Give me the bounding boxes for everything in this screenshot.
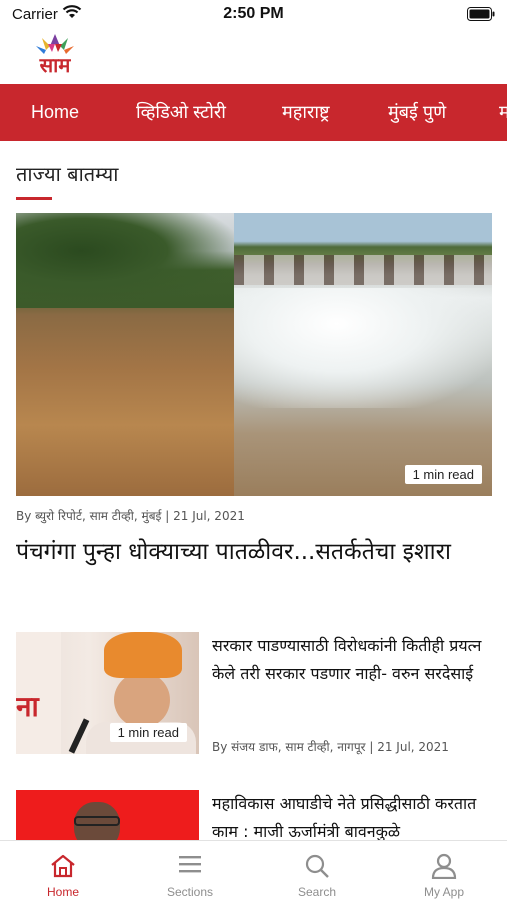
nav-item-more[interactable]: म bbox=[499, 84, 507, 141]
tab-search[interactable]: Search bbox=[254, 841, 380, 900]
article-thumbnail: ना 1 min read bbox=[16, 632, 199, 754]
article-title[interactable]: महाविकास आघाडीचे नेते प्रसिद्धीसाठी करता… bbox=[212, 790, 492, 840]
hero-image[interactable]: 1 min read bbox=[16, 213, 492, 496]
app-logo[interactable]: साम bbox=[28, 28, 82, 77]
logo-text: साम bbox=[39, 53, 72, 76]
read-time-badge: 1 min read bbox=[109, 723, 187, 742]
bottom-tab-bar: Home Sections Search My App bbox=[0, 840, 507, 900]
read-time-badge: 1 min read bbox=[404, 465, 482, 484]
hero-byline: By ब्युरो रिपोर्ट, साम टीव्ही, मुंबई | 2… bbox=[16, 509, 245, 523]
battery-icon bbox=[467, 7, 495, 26]
thumbnail-banner-text: ना bbox=[16, 632, 61, 754]
article-card[interactable]: ना 1 min read सरकार पाडण्यासाठी विरोधकां… bbox=[16, 632, 492, 754]
tab-label: My App bbox=[423, 885, 465, 899]
search-icon bbox=[305, 854, 329, 878]
clock: 2:50 PM bbox=[223, 5, 284, 22]
article-byline: By संजय डाफ, साम टीव्ही, नागपूर | 21 Jul… bbox=[212, 740, 449, 754]
tab-label: Search bbox=[297, 885, 337, 899]
menu-icon bbox=[179, 856, 201, 873]
section-underline bbox=[16, 197, 52, 200]
dam-overflow-photo bbox=[234, 213, 492, 496]
tab-my-app[interactable]: My App bbox=[381, 841, 507, 900]
nav-item-maharashtra[interactable]: महाराष्ट्र bbox=[282, 84, 330, 141]
nav-item-mumbai-pune[interactable]: मुंबई पुणे bbox=[388, 84, 446, 141]
article-title[interactable]: सरकार पाडण्यासाठी विरोधकांनी कितीही प्रय… bbox=[212, 632, 492, 688]
flood-river-photo bbox=[16, 213, 234, 496]
tab-home[interactable]: Home bbox=[0, 841, 126, 900]
article-thumbnail bbox=[16, 790, 199, 840]
category-nav: Home व्हिडिओ स्टोरी महाराष्ट्र मुंबई पुण… bbox=[0, 84, 507, 141]
tab-label: Home bbox=[46, 885, 79, 899]
tab-sections[interactable]: Sections bbox=[127, 841, 253, 900]
home-icon bbox=[51, 854, 75, 878]
tab-label: Sections bbox=[166, 885, 214, 899]
article-card[interactable]: महाविकास आघाडीचे नेते प्रसिद्धीसाठी करता… bbox=[16, 790, 492, 840]
nav-item-video-story[interactable]: व्हिडिओ स्टोरी bbox=[136, 84, 226, 141]
hero-headline[interactable]: पंचगंगा पुन्हा धोक्याच्या पातळीवर...सतर्… bbox=[16, 533, 486, 571]
nav-item-home[interactable]: Home bbox=[31, 84, 79, 141]
section-title: ताज्या बातम्या bbox=[16, 162, 119, 186]
user-icon bbox=[431, 853, 457, 879]
status-bar: Carrier 2:50 PM bbox=[0, 0, 507, 28]
